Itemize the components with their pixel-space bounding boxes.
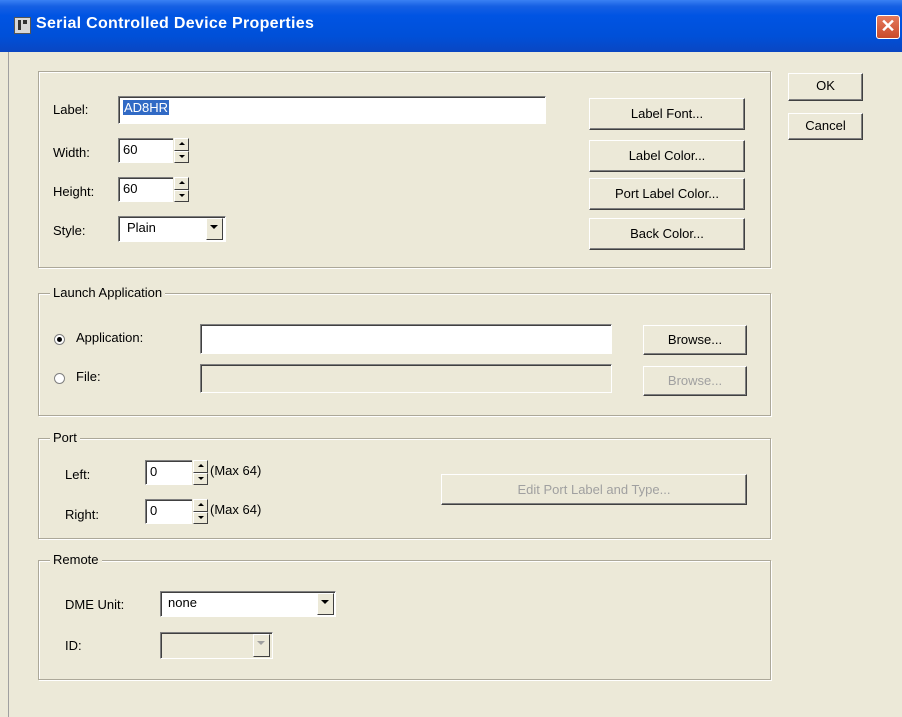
right-max-note: (Max 64): [210, 502, 262, 517]
dialog-window: Serial Controlled Device Properties ✕ OK…: [0, 0, 902, 717]
right-port-value: 0: [150, 503, 158, 518]
left-max-note: (Max 64): [210, 463, 262, 478]
label-color-button[interactable]: Label Color...: [589, 140, 745, 172]
height-stepper[interactable]: [173, 177, 189, 202]
cancel-button[interactable]: Cancel: [788, 113, 863, 140]
application-browse-button[interactable]: Browse...: [643, 325, 747, 355]
port-label-color-button[interactable]: Port Label Color...: [589, 178, 745, 210]
remote-legend: Remote: [50, 552, 102, 567]
width-caption: Width:: [53, 145, 90, 160]
file-radio[interactable]: [54, 373, 65, 384]
height-input-value: 60: [123, 181, 138, 196]
width-input-value: 60: [123, 142, 138, 157]
dme-unit-caption: DME Unit:: [65, 597, 125, 612]
file-path-input: [200, 364, 612, 393]
label-caption: Label:: [53, 102, 89, 117]
right-caption: Right:: [65, 507, 99, 522]
left-port-value: 0: [150, 464, 158, 479]
file-option-label[interactable]: File:: [76, 369, 101, 384]
application-path-input[interactable]: [200, 324, 612, 354]
style-select-value: Plain: [127, 220, 156, 235]
id-dropdown-arrow: [253, 634, 270, 657]
window-title: Serial Controlled Device Properties: [36, 15, 315, 32]
dme-unit-value: none: [168, 595, 197, 610]
left-caption: Left:: [65, 467, 91, 482]
remote-group: [38, 560, 771, 680]
edit-port-label-button: Edit Port Label and Type...: [441, 474, 747, 505]
launch-application-legend: Launch Application: [50, 285, 166, 300]
title-bar[interactable]: Serial Controlled Device Properties ✕: [0, 0, 902, 52]
ok-button-label: OK: [816, 78, 835, 93]
dme-unit-select[interactable]: none: [160, 591, 336, 617]
width-stepper[interactable]: [173, 138, 189, 163]
dme-unit-dropdown-arrow[interactable]: [317, 593, 334, 615]
file-browse-button: Browse...: [643, 366, 747, 396]
label-font-button[interactable]: Label Font...: [589, 98, 745, 130]
label-input[interactable]: AD8HR: [118, 96, 546, 124]
left-port-input[interactable]: 0: [145, 460, 193, 485]
id-caption: ID:: [65, 638, 82, 653]
application-option-label[interactable]: Application:: [76, 330, 143, 345]
application-radio[interactable]: [54, 334, 65, 345]
left-port-stepper[interactable]: [192, 460, 208, 485]
port-legend: Port: [50, 430, 80, 445]
height-input[interactable]: 60: [118, 177, 174, 202]
ok-button[interactable]: OK: [788, 73, 863, 101]
height-caption: Height:: [53, 184, 95, 199]
width-input[interactable]: 60: [118, 138, 174, 163]
app-icon: [14, 17, 31, 34]
style-caption: Style:: [53, 223, 86, 238]
cancel-button-label: Cancel: [805, 118, 846, 133]
right-port-stepper[interactable]: [192, 499, 208, 524]
close-button[interactable]: ✕: [876, 15, 900, 39]
style-dropdown-arrow[interactable]: [206, 218, 223, 240]
back-color-button[interactable]: Back Color...: [589, 218, 745, 250]
right-port-input[interactable]: 0: [145, 499, 193, 524]
label-input-value: AD8HR: [123, 100, 170, 115]
